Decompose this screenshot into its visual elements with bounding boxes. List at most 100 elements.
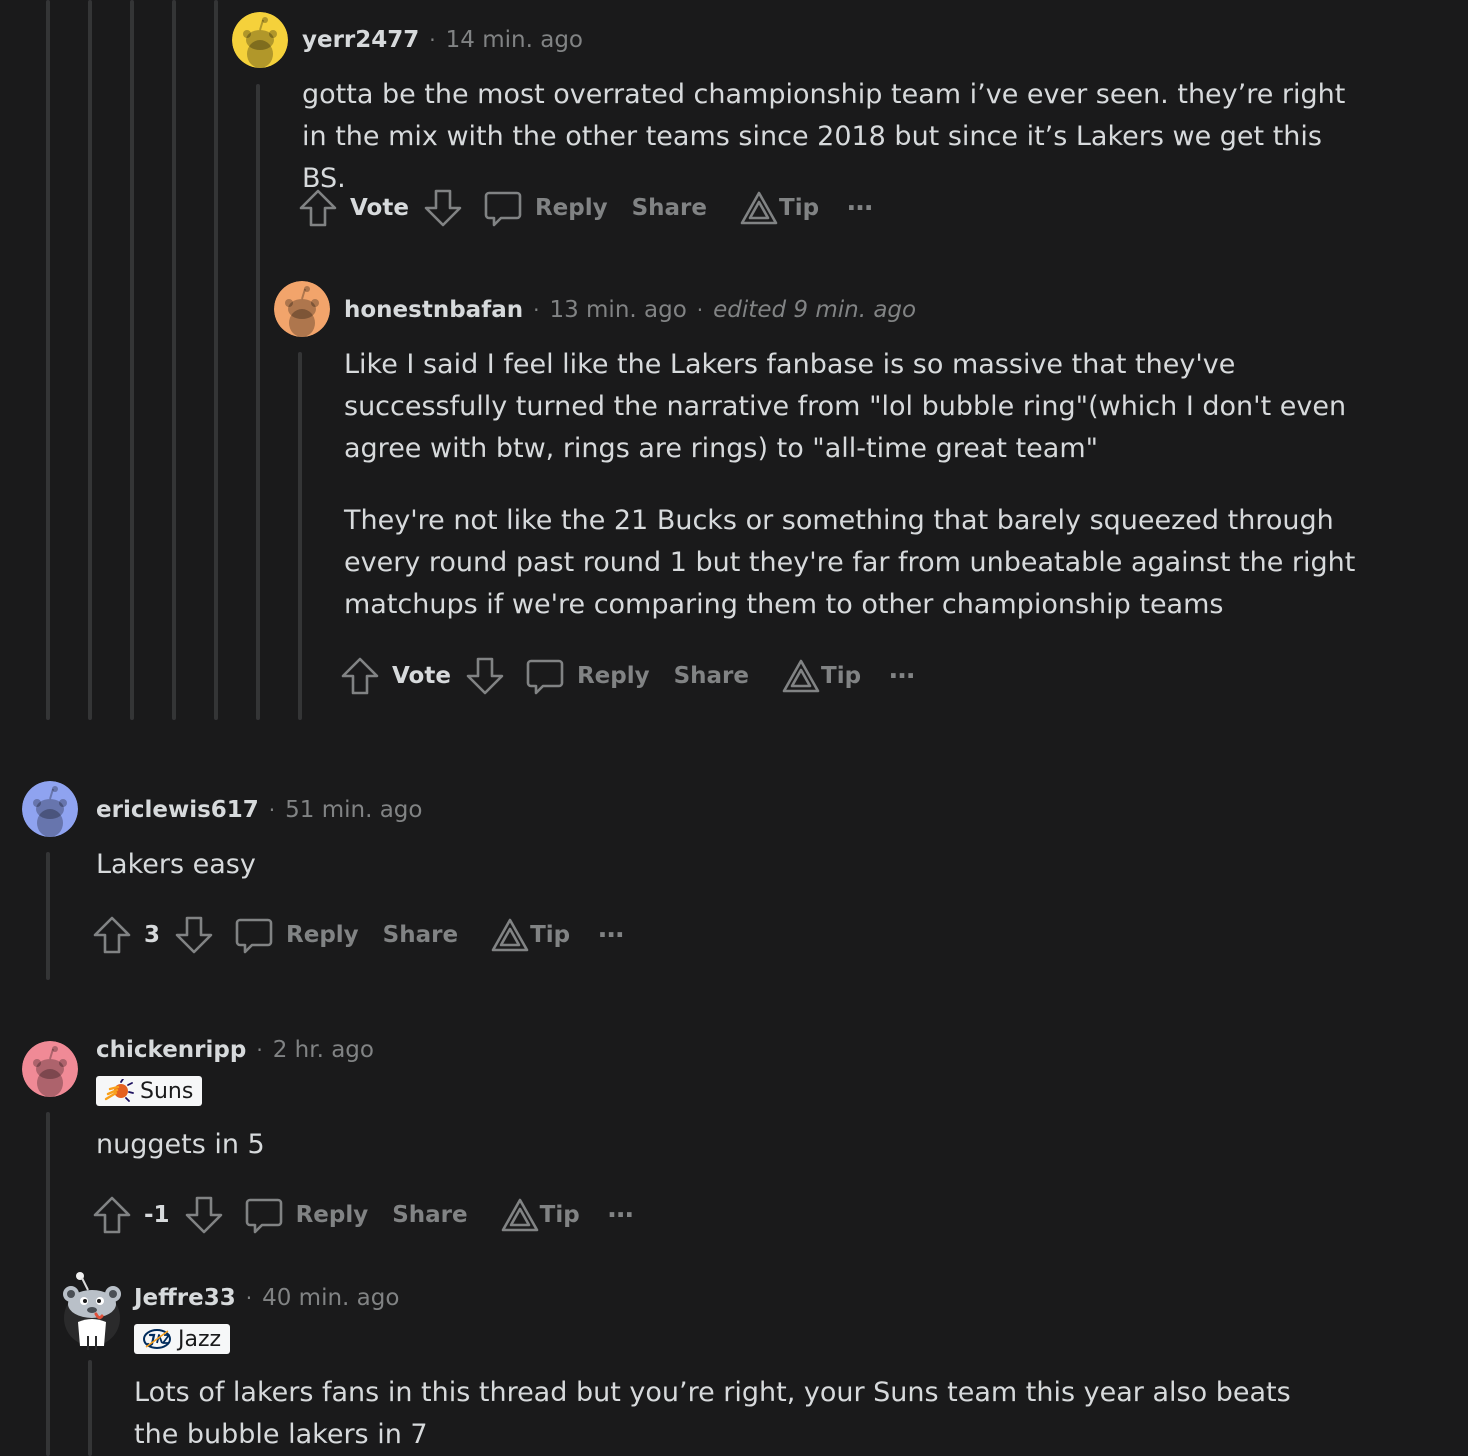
username[interactable]: chickenripp [96,1037,246,1063]
timestamp[interactable]: 13 min. ago [549,297,686,323]
comment-meta: ericlewis617 · 51 min. ago [96,794,422,826]
user-flair[interactable]: Suns [96,1076,203,1106]
more-options-button[interactable]: … [889,655,915,685]
reply-button[interactable]: Reply [483,188,608,228]
avatar[interactable] [22,781,78,837]
thread-line[interactable] [214,0,218,720]
comment-body: gotta be the most overrated championship… [302,74,1372,200]
comment-body: Lakers easy [96,844,1196,886]
share-button[interactable]: Share [392,1202,467,1228]
thread-line[interactable] [298,352,302,720]
thread-line[interactable] [46,1112,50,1456]
avatar[interactable] [22,1041,78,1097]
vote-count: -1 [144,1202,170,1228]
share-button[interactable]: Share [383,922,458,948]
username[interactable]: Jeffre33 [134,1285,236,1311]
upvote-icon[interactable] [340,656,380,696]
thread-line[interactable] [256,84,260,720]
avatar[interactable] [232,12,288,68]
thread-line[interactable] [46,0,50,720]
separator: · [429,28,436,52]
vote-count: 3 [144,922,161,948]
user-flair[interactable]: Jazz [134,1324,231,1354]
snoo-avatar-icon [22,781,78,837]
suns-logo-icon [104,1079,134,1103]
reply-label: Reply [295,1202,369,1228]
upvote-icon[interactable] [92,1195,132,1235]
downvote-icon[interactable] [423,188,463,228]
downvote-icon[interactable] [174,915,214,955]
reply-button[interactable]: Reply [525,656,650,696]
comment-body: nuggets in 5 [96,1124,1196,1166]
separator: · [696,298,704,322]
tip-button[interactable]: Tip [490,917,570,953]
snoo-avatar-icon [274,281,330,337]
tip-label: Tip [779,195,820,221]
thread-line[interactable] [172,0,176,720]
tip-label: Tip [539,1202,580,1228]
comment-meta: Jeffre33 · 40 min. ago [134,1282,399,1314]
comment-paragraph: Lakers easy [96,849,256,880]
flair-label: Jazz [178,1326,222,1352]
username[interactable]: ericlewis617 [96,797,259,823]
username[interactable]: yerr2477 [302,27,419,53]
reply-button[interactable]: Reply [244,1195,369,1235]
downvote-icon[interactable] [465,656,505,696]
vote-count: Vote [392,663,451,689]
tip-button[interactable]: Tip [500,1197,580,1233]
comment-meta: yerr2477 · 14 min. ago [302,24,583,56]
comment-bubble-icon [244,1195,284,1235]
separator: · [533,298,540,322]
username[interactable]: honestnbafan [344,297,523,323]
comment-actions: -1 Reply Share Tip … [92,1191,634,1239]
comment-bubble-icon [525,656,565,696]
tip-triangle-icon [739,190,779,226]
avatar[interactable] [274,281,330,337]
comment-actions: Vote Reply Share Tip … [298,184,873,232]
comment-paragraph: nuggets in 5 [96,1129,265,1160]
timestamp[interactable]: 40 min. ago [262,1285,399,1311]
comment-paragraph: Lots of lakers fans in this thread but y… [134,1377,1291,1450]
tip-label: Tip [821,663,862,689]
comment-bubble-icon [483,188,523,228]
comment-actions: Vote Reply Share Tip … [340,652,915,700]
upvote-icon[interactable] [298,188,338,228]
upvote-icon[interactable] [92,915,132,955]
comment-actions: 3 Reply Share Tip … [92,911,624,959]
share-button[interactable]: Share [632,195,707,221]
edited-label: edited 9 min. ago [713,297,917,323]
more-options-button[interactable]: … [598,914,624,944]
snoo-avatar-icon [232,12,288,68]
tip-button[interactable]: Tip [739,190,819,226]
tip-triangle-icon [490,917,530,953]
jazz-logo-icon [142,1327,172,1351]
thread-line[interactable] [130,0,134,720]
tip-button[interactable]: Tip [781,658,861,694]
tip-label: Tip [530,922,571,948]
comment-meta: honestnbafan · 13 min. ago · edited 9 mi… [344,294,916,326]
comment-paragraph: Like I said I feel like the Lakers fanba… [344,349,1347,464]
thread-line[interactable] [88,1360,92,1456]
more-options-button[interactable]: … [608,1194,634,1224]
timestamp[interactable]: 2 hr. ago [273,1037,374,1063]
avatar[interactable] [60,1270,124,1350]
reply-label: Reply [534,195,608,221]
comment-paragraph: They're not like the 21 Bucks or somethi… [344,505,1356,620]
thread-line[interactable] [46,852,50,980]
timestamp[interactable]: 14 min. ago [446,27,583,53]
tip-triangle-icon [500,1197,540,1233]
share-button[interactable]: Share [674,663,749,689]
reply-label: Reply [286,922,359,948]
timestamp[interactable]: 51 min. ago [285,797,422,823]
snoo-avatar-icon [22,1041,78,1097]
separator: · [245,1286,253,1310]
more-options-button[interactable]: … [847,187,873,217]
thread-line[interactable] [88,0,92,720]
comment-meta: chickenripp · 2 hr. ago [96,1034,374,1066]
comment-paragraph: gotta be the most overrated championship… [302,79,1346,194]
downvote-icon[interactable] [184,1195,224,1235]
comment-body: Like I said I feel like the Lakers fanba… [344,344,1394,626]
reply-button[interactable]: Reply [234,915,359,955]
separator: · [268,798,276,822]
separator: · [256,1038,263,1062]
